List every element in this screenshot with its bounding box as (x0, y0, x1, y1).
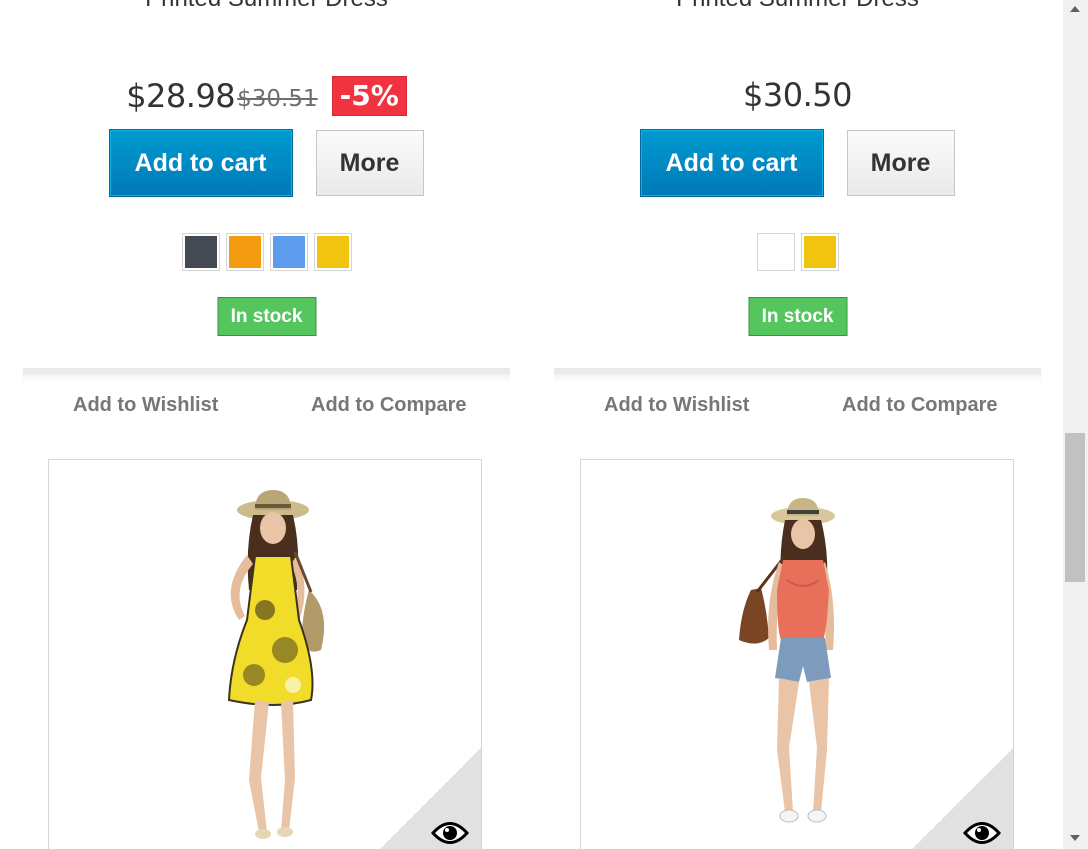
scroll-up-arrow-icon[interactable] (1070, 6, 1080, 12)
color-swatch-yellow[interactable] (800, 233, 839, 271)
product-image-box-4[interactable] (580, 459, 1014, 849)
more-button[interactable]: More (315, 130, 424, 196)
more-button[interactable]: More (846, 130, 955, 196)
product-name[interactable]: Printed Summer Dress (554, 0, 1041, 14)
add-to-cart-button[interactable]: Add to cart (639, 129, 824, 197)
product-price: $28.98 (126, 77, 236, 115)
product-price: $30.50 (743, 76, 852, 114)
add-to-compare-link[interactable]: Add to Compare (311, 394, 467, 417)
product-card-1: Printed Summer Dress $28.98 $30.51 -5% A… (23, 0, 510, 430)
color-swatches (23, 233, 510, 271)
product-name[interactable]: Printed Summer Dress (23, 0, 510, 14)
button-row: Add to cart More (23, 129, 510, 197)
add-to-wishlist-link[interactable]: Add to Wishlist (604, 394, 749, 417)
color-swatch-blue[interactable] (269, 233, 308, 271)
color-swatch-white[interactable] (756, 233, 795, 271)
product-card-2: Printed Summer Dress $30.50 Add to cart … (554, 0, 1041, 430)
stock-badge: In stock (217, 297, 316, 336)
eye-icon (963, 822, 1001, 844)
functional-buttons: Add to Wishlist Add to Compare (554, 368, 1041, 434)
scroll-down-arrow-icon[interactable] (1070, 835, 1080, 841)
product-image-box-3[interactable] (48, 459, 482, 849)
price-row: $30.50 (554, 76, 1041, 114)
scroll-thumb[interactable] (1065, 433, 1085, 582)
quick-view-button[interactable] (371, 748, 481, 849)
color-swatch-orange[interactable] (225, 233, 264, 271)
color-swatch-dark-gray[interactable] (181, 233, 220, 271)
stock-badge: In stock (748, 297, 847, 336)
product-list: Printed Summer Dress $28.98 $30.51 -5% A… (0, 0, 1063, 849)
color-swatches (554, 233, 1041, 271)
old-price: $30.51 (237, 86, 318, 112)
add-to-compare-link[interactable]: Add to Compare (842, 394, 998, 417)
vertical-scrollbar[interactable] (1063, 0, 1088, 849)
color-swatch-yellow[interactable] (313, 233, 352, 271)
button-row: Add to cart More (554, 129, 1041, 197)
add-to-wishlist-link[interactable]: Add to Wishlist (73, 394, 218, 417)
price-row: $28.98 $30.51 -5% (23, 76, 510, 116)
discount-badge: -5% (331, 76, 407, 116)
eye-icon (431, 822, 469, 844)
quick-view-button[interactable] (903, 748, 1013, 849)
functional-buttons: Add to Wishlist Add to Compare (23, 368, 510, 434)
add-to-cart-button[interactable]: Add to cart (108, 129, 293, 197)
